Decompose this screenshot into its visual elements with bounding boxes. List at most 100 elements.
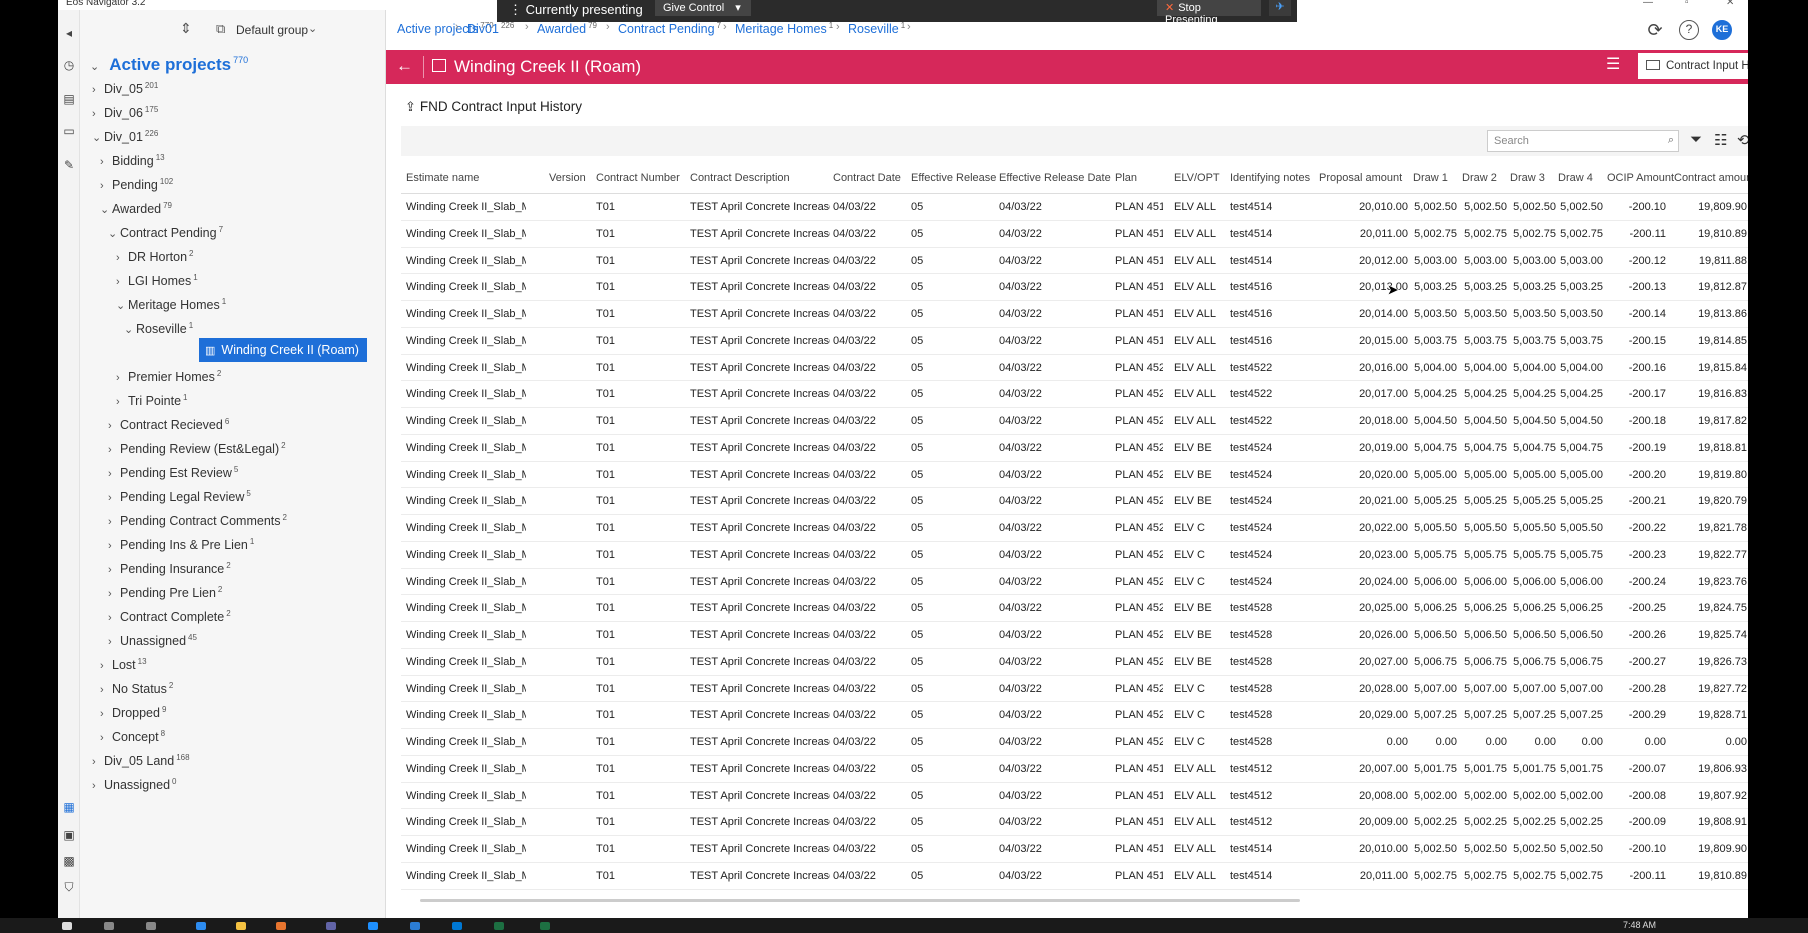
column-header[interactable]: Contract Date — [833, 172, 913, 184]
sheet-icon[interactable] — [540, 922, 550, 930]
task-view-icon[interactable] — [146, 922, 156, 930]
column-header[interactable]: Contract amount — [1674, 172, 1748, 184]
table-row[interactable]: Winding Creek II_Slab_MSTR T01 TEST April … — [401, 408, 1748, 435]
column-header[interactable]: Estimate name — [406, 172, 534, 184]
folder-icon[interactable] — [236, 922, 246, 930]
column-header[interactable]: Draw 1 — [1413, 172, 1465, 184]
tree-node[interactable]: › Lost 13 — [100, 650, 147, 674]
column-header[interactable]: Plan — [1115, 172, 1171, 184]
tree-node[interactable]: › Bidding 13 — [100, 146, 165, 170]
tree-node[interactable]: › Pending Insurance 2 — [108, 554, 231, 578]
tree-node[interactable]: › Div_06 175 — [92, 98, 158, 122]
collapse-arrow-icon[interactable]: ◂ — [62, 26, 76, 40]
table-row[interactable]: Winding Creek II_Slab_MSTR T01 TEST April … — [401, 515, 1748, 542]
table-row[interactable]: Winding Creek II_Slab_MSTR T01 TEST April … — [401, 729, 1748, 756]
breadcrumb-item[interactable]: Meritage Homes 1 — [735, 21, 833, 36]
tree-node[interactable]: › Pending Ins & Pre Lien 1 — [108, 530, 254, 554]
column-header[interactable]: Version — [549, 172, 597, 184]
minimize-icon[interactable]: — — [1643, 0, 1653, 8]
table-row[interactable]: Winding Creek II_Slab_MSTR T01 TEST April … — [401, 836, 1748, 863]
table-row[interactable]: Winding Creek II_Slab_MSTR T01 TEST April … — [401, 783, 1748, 810]
breadcrumb-item[interactable]: Roseville 1 — [848, 21, 905, 36]
tree-node[interactable]: › Div_05 201 — [92, 74, 158, 98]
table-row[interactable]: Winding Creek II_Slab_MSTR T01 TEST April … — [401, 328, 1748, 355]
menu-icon[interactable]: ☰ — [1606, 54, 1620, 74]
mail-icon[interactable] — [452, 922, 462, 930]
start-icon[interactable] — [62, 922, 72, 930]
table-row[interactable]: Winding Creek II_Slab_MSTR T01 TEST April … — [401, 676, 1748, 703]
browser-icon[interactable] — [368, 922, 378, 930]
pin-icon[interactable]: ✈ — [1269, 0, 1291, 16]
tree-node[interactable]: › Concept 8 — [100, 722, 165, 746]
columns-icon[interactable]: ☷ — [1714, 131, 1727, 149]
horizontal-scrollbar[interactable] — [420, 899, 1300, 902]
tree-root[interactable]: ⌄ Active projects 770 — [90, 55, 248, 75]
chevron-down-icon[interactable]: ⌄ — [308, 22, 317, 35]
word-icon[interactable] — [410, 922, 420, 930]
breadcrumb-item[interactable]: Div01 226 — [467, 21, 514, 36]
analytics-icon[interactable]: ▦ — [62, 800, 76, 814]
clipboard-icon[interactable]: ▣ — [62, 828, 76, 842]
tree-node[interactable]: ▥ Winding Creek II (Roam) — [199, 338, 367, 362]
tree-node[interactable]: ⌄ Div_01 226 — [92, 122, 158, 146]
back-arrow-icon[interactable]: ← — [396, 56, 413, 76]
table-row[interactable]: Winding Creek II_Slab_MSTR T01 TEST April … — [401, 381, 1748, 408]
table-row[interactable]: Winding Creek II_Slab_MSTR T01 TEST April … — [401, 194, 1748, 221]
column-header[interactable]: Proposal amount — [1319, 172, 1416, 184]
chevron-down-icon[interactable]: ⌄ — [90, 61, 99, 73]
tree-node[interactable]: › Dropped 9 — [100, 698, 166, 722]
search-input[interactable]: Search ⌕ — [1487, 130, 1679, 152]
app-icon[interactable] — [276, 922, 286, 930]
tree-node[interactable]: › Premier Homes 2 — [116, 362, 221, 386]
give-control-button[interactable]: Give Control ▾ — [655, 0, 751, 16]
tree-node[interactable]: › Pending Est Review 5 — [108, 458, 238, 482]
group-selector[interactable]: Default group — [236, 23, 308, 37]
filter-icon[interactable]: ⏷ — [1690, 131, 1702, 148]
chart-icon[interactable]: ▤ — [62, 92, 76, 106]
table-row[interactable]: Winding Creek II_Slab_MSTR T01 TEST April … — [401, 488, 1748, 515]
table-row[interactable]: Winding Creek II_Slab_MSTR T01 TEST April … — [401, 355, 1748, 382]
column-header[interactable]: Contract Description — [690, 172, 838, 184]
tree-node[interactable]: › Contract Complete 2 — [108, 602, 231, 626]
column-header[interactable]: Draw 4 — [1558, 172, 1611, 184]
group-icon[interactable]: ⧉ — [216, 21, 225, 37]
reset-icon[interactable]: ⟲ — [1737, 131, 1748, 149]
table-row[interactable]: Winding Creek II_Slab_MSTR T01 TEST April … — [401, 542, 1748, 569]
help-icon[interactable]: ? — [1679, 20, 1699, 40]
stop-presenting-button[interactable]: ✕ Stop Presenting — [1157, 0, 1261, 26]
tree-node[interactable]: › DR Horton 2 — [116, 242, 194, 266]
chevron-down-icon[interactable]: ⌄ — [124, 318, 136, 342]
edge-icon[interactable] — [196, 922, 206, 930]
clock-icon[interactable]: ◷ — [62, 58, 76, 72]
refresh-icon[interactable]: ⟳ — [1645, 20, 1665, 40]
edit-sheet-icon[interactable]: ✎ — [62, 158, 76, 172]
column-header[interactable]: Draw 3 — [1510, 172, 1564, 184]
tree-node[interactable]: › Pending Contract Comments 2 — [108, 506, 287, 530]
tree-node[interactable]: › Unassigned 45 — [108, 626, 197, 650]
tree-node[interactable]: › No Status 2 — [100, 674, 173, 698]
breadcrumb-item[interactable]: Contract Pending 7 — [618, 21, 721, 36]
excel-icon[interactable] — [494, 922, 504, 930]
column-header[interactable]: OCIP Amount — [1607, 172, 1674, 184]
close-window-icon[interactable]: ✕ — [1726, 0, 1734, 8]
column-header[interactable]: Draw 2 — [1462, 172, 1515, 184]
table-row[interactable]: Winding Creek II_Slab_MSTR T01 TEST April … — [401, 462, 1748, 489]
tree-node[interactable]: › Pending Review (Est&Legal) 2 — [108, 434, 286, 458]
table-row[interactable]: Winding Creek II_Slab_MSTR T01 TEST April … — [401, 622, 1748, 649]
teams-icon[interactable] — [326, 922, 336, 930]
column-header[interactable]: Effective Release Date — [999, 172, 1113, 184]
tree-node[interactable]: › Pending Legal Review 5 — [108, 482, 251, 506]
tree-node[interactable]: ⌄ Awarded 79 — [100, 194, 172, 218]
column-header[interactable]: Identifying notes — [1230, 172, 1323, 184]
table-row[interactable]: Winding Creek II_Slab_MSTR T01 TEST April … — [401, 649, 1748, 676]
avatar[interactable]: KE — [1712, 20, 1732, 40]
table-row[interactable]: Winding Creek II_Slab_MSTR T01 TEST April … — [401, 569, 1748, 596]
table-row[interactable]: Winding Creek II_Slab_MSTR T01 TEST April … — [401, 702, 1748, 729]
maximize-icon[interactable]: ▫ — [1685, 0, 1689, 8]
chevron-right-icon[interactable]: › — [92, 774, 104, 798]
tree-node[interactable]: ⌄ Meritage Homes 1 — [116, 290, 226, 314]
table-row[interactable]: Winding Creek II_Slab_MSTR T01 TEST April … — [401, 248, 1748, 275]
table-row[interactable]: Winding Creek II_Slab_MSTR T01 TEST April … — [401, 756, 1748, 783]
tree-node[interactable]: › Contract Recieved 6 — [108, 410, 229, 434]
tree-node[interactable]: › LGI Homes 1 — [116, 266, 198, 290]
